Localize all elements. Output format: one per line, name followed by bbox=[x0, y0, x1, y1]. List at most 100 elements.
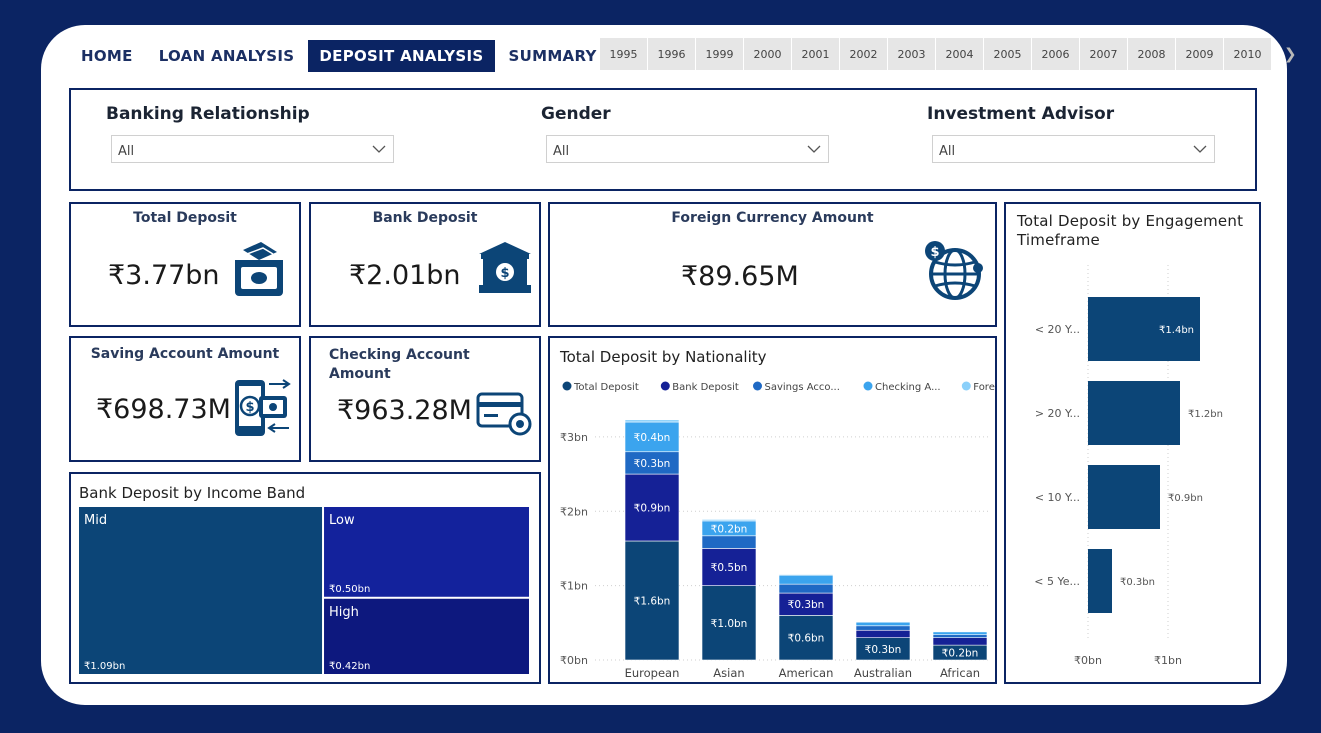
data-label: ₹0.3bn bbox=[1120, 577, 1155, 588]
year-chip-2003[interactable]: 2003 bbox=[888, 38, 935, 70]
data-label: ₹0.3bn bbox=[634, 458, 671, 470]
svg-text:$: $ bbox=[245, 400, 254, 415]
kpi-card-foreign-currency: Foreign Currency Amount ₹89.65M $ bbox=[548, 202, 997, 327]
data-label: ₹0.6bn bbox=[788, 633, 825, 645]
bar[interactable] bbox=[1088, 549, 1112, 613]
engagement-bar-chart: ₹0bn ₹1bn < 20 Y... ₹1.4bn > 20 Y... ₹1.2bn < … bbox=[1034, 265, 1223, 667]
tab-summary[interactable]: SUMMARY bbox=[498, 40, 608, 72]
y-tick-label: < 5 Ye... bbox=[1034, 575, 1080, 588]
visual-title: Total Deposit by Nationality bbox=[560, 348, 767, 366]
kpi-title: Total Deposit bbox=[133, 210, 237, 226]
bar[interactable] bbox=[1088, 465, 1160, 529]
dropdown-value: All bbox=[553, 144, 570, 159]
year-chip-2008[interactable]: 2008 bbox=[1128, 38, 1175, 70]
bar-segment[interactable] bbox=[855, 625, 911, 631]
legend-label[interactable]: Savings Acco... bbox=[765, 382, 840, 393]
legend-label[interactable]: Checking A... bbox=[875, 382, 941, 393]
data-label: ₹0.2bn bbox=[942, 648, 979, 660]
year-slicer: 1995 1996 1999 2000 2001 2002 2003 2004 2005 2006… bbox=[600, 38, 1271, 70]
chevron-right-icon[interactable]: ❯ bbox=[1284, 45, 1297, 63]
tab-home[interactable]: HOME bbox=[70, 40, 144, 72]
legend-marker bbox=[753, 381, 762, 391]
bar-segment[interactable] bbox=[701, 519, 757, 522]
legend-marker bbox=[660, 381, 670, 391]
legend-label[interactable]: Foreign Curr... bbox=[973, 382, 995, 393]
year-chip-1999[interactable]: 1999 bbox=[696, 38, 743, 70]
card-gear-icon bbox=[476, 392, 532, 436]
treemap-tile-label: Low bbox=[329, 513, 355, 528]
year-chip-1996[interactable]: 1996 bbox=[648, 38, 695, 70]
kpi-card-saving-account: Saving Account Amount ₹698.73M $ bbox=[69, 336, 301, 462]
y-tick-label: ₹1bn bbox=[560, 580, 588, 593]
kpi-card-bank-deposit: Bank Deposit ₹2.01bn $ bbox=[309, 202, 541, 327]
kpi-value: ₹3.77bn bbox=[108, 260, 220, 291]
data-label: ₹0.9bn bbox=[1168, 493, 1203, 504]
dropdown-value: All bbox=[939, 144, 956, 159]
bar-segment[interactable] bbox=[778, 574, 834, 576]
bar-segment[interactable] bbox=[932, 631, 988, 636]
kpi-title: Foreign Currency Amount bbox=[671, 210, 874, 226]
bar[interactable] bbox=[1088, 381, 1180, 445]
visual-title: Bank Deposit by Income Band bbox=[79, 484, 306, 502]
banking-relationship-dropdown[interactable]: All bbox=[111, 135, 394, 163]
data-label: ₹1.4bn bbox=[1159, 325, 1194, 336]
bar-segment[interactable] bbox=[778, 574, 834, 585]
banking-relationship-label: Banking Relationship bbox=[106, 104, 310, 124]
kpi-card-total-deposit: Total Deposit ₹3.77bn bbox=[69, 202, 301, 327]
data-label: ₹1.6bn bbox=[634, 596, 671, 608]
x-tick-label: Asian bbox=[713, 666, 744, 680]
kpi-value: ₹89.65M bbox=[681, 261, 799, 292]
y-tick-label: ₹0bn bbox=[560, 654, 588, 667]
x-tick-label: European bbox=[625, 666, 680, 680]
x-tick-label: ₹1bn bbox=[1154, 654, 1182, 667]
tab-loan-analysis[interactable]: LOAN ANALYSIS bbox=[148, 40, 306, 72]
year-chip-2007[interactable]: 2007 bbox=[1080, 38, 1127, 70]
bar-segment[interactable] bbox=[855, 629, 911, 638]
investment-advisor-dropdown[interactable]: All bbox=[932, 135, 1215, 163]
bar-segment[interactable] bbox=[932, 631, 988, 633]
year-chip-2005[interactable]: 2005 bbox=[984, 38, 1031, 70]
legend-label[interactable]: Total Deposit bbox=[573, 382, 639, 393]
tab-deposit-analysis[interactable]: DEPOSIT ANALYSIS bbox=[308, 40, 495, 72]
data-label: ₹1.2bn bbox=[1188, 409, 1223, 420]
svg-text:$: $ bbox=[930, 245, 939, 260]
gender-dropdown[interactable]: All bbox=[546, 135, 829, 163]
investment-advisor-label: Investment Advisor bbox=[927, 104, 1115, 124]
kpi-title: Bank Deposit bbox=[372, 210, 478, 226]
bar-segment[interactable] bbox=[855, 621, 911, 627]
data-label: ₹0.3bn bbox=[788, 599, 825, 611]
year-chip-2010[interactable]: 2010 bbox=[1224, 38, 1271, 70]
y-tick-label: ₹2bn bbox=[560, 505, 588, 518]
x-tick-label: ₹0bn bbox=[1074, 654, 1102, 667]
kpi-value: ₹698.73M bbox=[96, 394, 231, 425]
x-tick-label: American bbox=[779, 666, 834, 680]
bar-segment[interactable] bbox=[932, 637, 988, 646]
mobile-banking-icon: $ bbox=[235, 379, 291, 436]
treemap-tile-value: ₹1.09bn bbox=[84, 661, 125, 672]
bar-segment[interactable] bbox=[624, 419, 680, 423]
nationality-stacked-bar-chart: Total Deposit Bank Deposit Savings Acco...… bbox=[560, 381, 995, 680]
nationality-chart-panel: Total Deposit by Nationality Total Depos… bbox=[548, 336, 997, 684]
bar-segment[interactable] bbox=[932, 634, 988, 638]
year-chip-2006[interactable]: 2006 bbox=[1032, 38, 1079, 70]
year-chip-2002[interactable]: 2002 bbox=[840, 38, 887, 70]
data-label: ₹1.0bn bbox=[711, 618, 748, 630]
treemap-tile-mid[interactable] bbox=[79, 507, 323, 674]
year-chip-2004[interactable]: 2004 bbox=[936, 38, 983, 70]
bar-segment[interactable] bbox=[701, 535, 757, 549]
bar-segment[interactable] bbox=[855, 621, 911, 623]
kpi-title: Saving Account Amount bbox=[90, 346, 280, 362]
treemap-panel: Bank Deposit by Income Band Mid ₹1.09bn Lo… bbox=[69, 472, 541, 684]
chevron-down-icon bbox=[372, 145, 386, 153]
legend-label[interactable]: Bank Deposit bbox=[672, 382, 739, 393]
kpi-value: ₹2.01bn bbox=[349, 260, 461, 291]
treemap-tile-label: High bbox=[329, 605, 359, 620]
top-navigation: HOME LOAN ANALYSIS DEPOSIT ANALYSIS SUMM… bbox=[70, 40, 608, 72]
globe-dollar-icon: $ bbox=[925, 241, 983, 300]
year-chip-2009[interactable]: 2009 bbox=[1176, 38, 1223, 70]
year-chip-2000[interactable]: 2000 bbox=[744, 38, 791, 70]
dropdown-value: All bbox=[118, 144, 135, 159]
year-chip-1995[interactable]: 1995 bbox=[600, 38, 647, 70]
bar-segment[interactable] bbox=[778, 583, 834, 594]
year-chip-2001[interactable]: 2001 bbox=[792, 38, 839, 70]
